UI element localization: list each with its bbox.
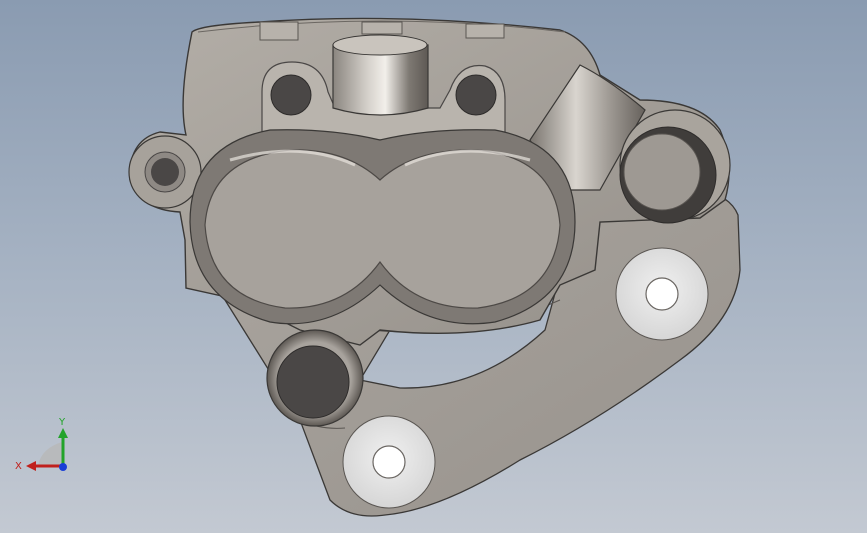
top-tab-center xyxy=(361,21,403,35)
triad-plane-icon xyxy=(38,442,62,465)
bleed-cylinder xyxy=(332,44,429,116)
top-tab-left xyxy=(259,21,299,41)
x-axis-label: X xyxy=(15,461,22,472)
coordinate-triad: Y X xyxy=(15,417,68,472)
z-axis-dot-icon xyxy=(59,463,67,471)
caliper-model[interactable] xyxy=(0,0,867,533)
mount-hole-bottom xyxy=(372,445,406,479)
top-tab-right xyxy=(465,23,505,39)
y-axis-arrow-icon xyxy=(58,428,68,438)
bleed-cylinder-top xyxy=(332,34,428,56)
x-axis-arrow-icon xyxy=(26,461,36,471)
lower-piston-hole xyxy=(276,345,350,419)
left-ear-hole xyxy=(151,158,179,186)
bolt-hole-left xyxy=(270,74,312,116)
bolt-hole-right xyxy=(455,74,497,116)
y-axis-label: Y xyxy=(58,417,66,428)
mount-hole-right xyxy=(645,277,679,311)
graphics-viewport[interactable]: Y X xyxy=(0,0,867,533)
right-ear-bore xyxy=(623,133,701,211)
